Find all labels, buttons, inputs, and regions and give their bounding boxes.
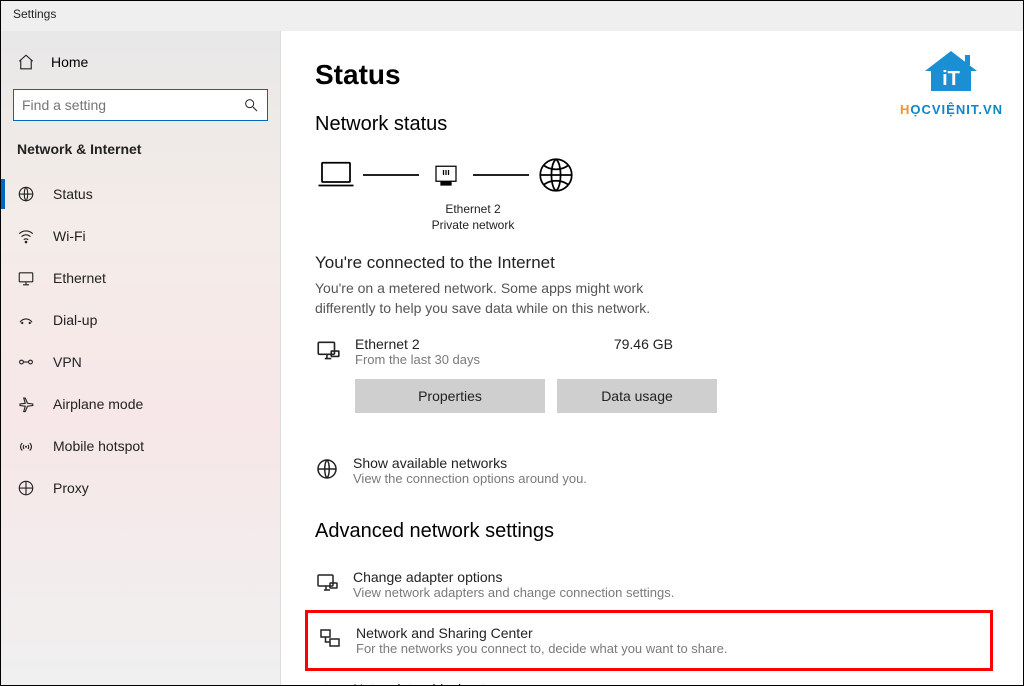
- page-title: Status: [315, 59, 983, 91]
- button-row: Properties Data usage: [355, 379, 983, 413]
- link-sub: View the connection options around you.: [353, 471, 587, 486]
- globe-icon: [535, 154, 577, 196]
- vpn-icon: [17, 353, 35, 371]
- search-icon: [243, 97, 259, 113]
- sidebar-item-proxy[interactable]: Proxy: [1, 467, 280, 509]
- svg-text:iT: iT: [943, 68, 961, 90]
- laptop-icon: [315, 154, 357, 196]
- data-usage-button[interactable]: Data usage: [557, 379, 717, 413]
- sharing-icon: [318, 627, 342, 651]
- nav-label: Mobile hotspot: [53, 438, 144, 454]
- advanced-heading: Advanced network settings: [315, 520, 983, 543]
- sidebar-item-hotspot[interactable]: Mobile hotspot: [1, 425, 280, 467]
- section-network-status: Network status: [315, 113, 983, 136]
- monitor-icon: [315, 338, 341, 364]
- sidebar-item-wifi[interactable]: Wi-Fi: [1, 215, 280, 257]
- link-title: Network and Sharing Center: [356, 625, 727, 641]
- ethernet-icon: [17, 269, 35, 287]
- network-sharing-center-link[interactable]: Network and Sharing Center For the netwo…: [318, 621, 980, 660]
- title-bar: Settings: [1, 1, 1023, 31]
- link-title: Change adapter options: [353, 569, 674, 585]
- network-diagram: [315, 154, 983, 196]
- search-input[interactable]: [22, 97, 243, 113]
- home-label: Home: [51, 54, 88, 70]
- sidebar-item-vpn[interactable]: VPN: [1, 341, 280, 383]
- proxy-icon: [17, 479, 35, 497]
- globe-small-icon: [315, 457, 339, 481]
- show-networks-link[interactable]: Show available networks View the connect…: [315, 445, 983, 496]
- logo-text: HỌCVIỆNIT.VN: [900, 102, 1003, 117]
- warning-icon: [315, 683, 339, 685]
- connection-name: Ethernet 2: [355, 336, 600, 352]
- sidebar-item-airplane[interactable]: Airplane mode: [1, 383, 280, 425]
- connection-usage: 79.46 GB: [614, 336, 675, 352]
- nav-label: Status: [53, 186, 93, 202]
- highlighted-item: Network and Sharing Center For the netwo…: [305, 610, 993, 671]
- connection-row: Ethernet 2 From the last 30 days 79.46 G…: [315, 336, 675, 367]
- link-sub: View network adapters and change connect…: [353, 585, 674, 600]
- app-title: Settings: [13, 7, 56, 21]
- status-icon: [17, 185, 35, 203]
- sidebar-item-ethernet[interactable]: Ethernet: [1, 257, 280, 299]
- hotspot-icon: [17, 437, 35, 455]
- search-wrap: [1, 89, 280, 141]
- sidebar-item-status[interactable]: Status: [1, 173, 280, 215]
- sidebar-item-dialup[interactable]: Dial-up: [1, 299, 280, 341]
- nav-label: Proxy: [53, 480, 89, 496]
- house-it-icon: iT: [921, 49, 981, 95]
- adapter-icon: [315, 571, 339, 595]
- nav-label: Wi-Fi: [53, 228, 86, 244]
- watermark-logo: iT HỌCVIỆNIT.VN: [900, 49, 1003, 117]
- properties-button[interactable]: Properties: [355, 379, 545, 413]
- ethernet-port-icon: [425, 154, 467, 196]
- connection-status-title: You're connected to the Internet: [315, 253, 983, 273]
- main-content: iT HỌCVIỆNIT.VN Status Network status: [281, 31, 1023, 685]
- troubleshooter-link[interactable]: Network troubleshooter Diagnose and fix …: [315, 671, 983, 685]
- link-title: Network troubleshooter: [353, 681, 560, 685]
- nav-label: Airplane mode: [53, 396, 143, 412]
- settings-window: Settings Home Network & Internet: [0, 0, 1024, 686]
- wifi-icon: [17, 227, 35, 245]
- window-body: Home Network & Internet Status: [1, 31, 1023, 685]
- search-box[interactable]: [13, 89, 268, 121]
- link-title: Show available networks: [353, 455, 587, 471]
- connection-status-desc: You're on a metered network. Some apps m…: [315, 279, 685, 318]
- link-sub: For the networks you connect to, decide …: [356, 641, 727, 656]
- airplane-icon: [17, 395, 35, 413]
- nav-label: Dial-up: [53, 312, 97, 328]
- dialup-icon: [17, 311, 35, 329]
- nav-label: VPN: [53, 354, 82, 370]
- home-icon: [17, 53, 35, 71]
- diagram-caption: Ethernet 2 Private network: [415, 202, 531, 233]
- change-adapter-link[interactable]: Change adapter options View network adap…: [315, 559, 983, 610]
- section-title: Network & Internet: [1, 141, 280, 173]
- home-nav[interactable]: Home: [1, 45, 280, 89]
- nav-label: Ethernet: [53, 270, 106, 286]
- connection-period: From the last 30 days: [355, 352, 600, 367]
- sidebar: Home Network & Internet Status: [1, 31, 281, 685]
